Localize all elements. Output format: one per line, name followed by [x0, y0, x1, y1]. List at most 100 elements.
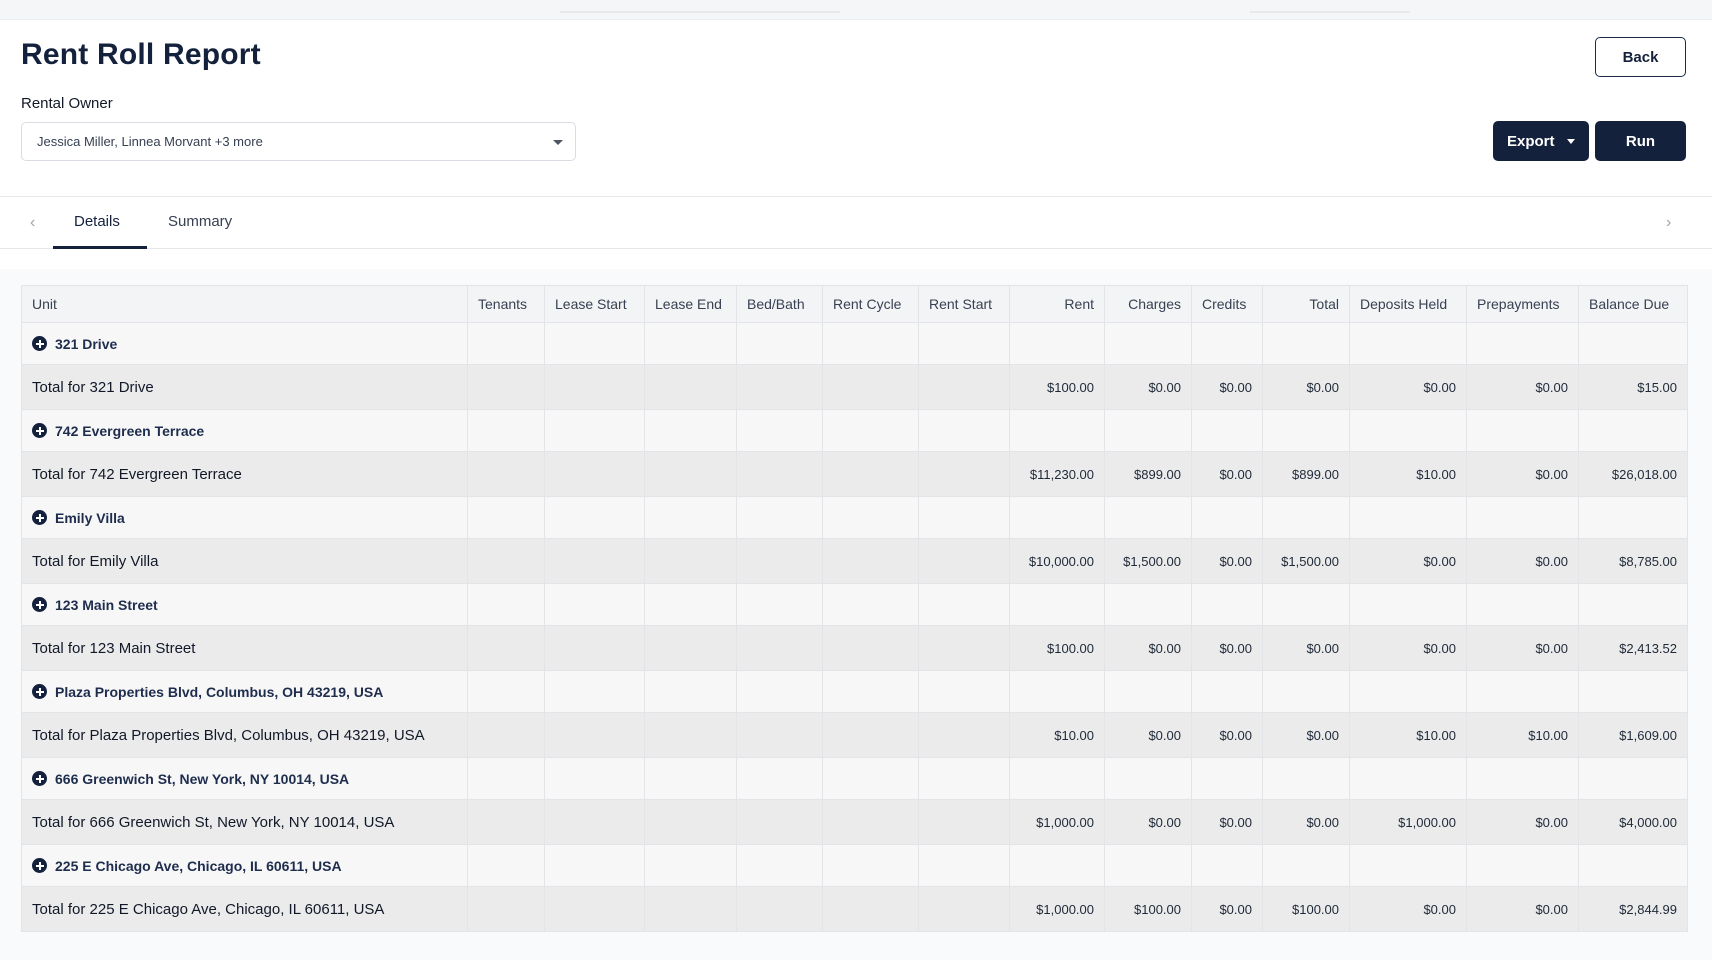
total-charges-cell: $100.00 — [1104, 886, 1192, 932]
export-button[interactable]: Export — [1493, 121, 1589, 161]
tab-summary[interactable]: Summary — [168, 213, 232, 230]
expand-plus-icon[interactable] — [32, 771, 47, 786]
top-strip — [0, 0, 1712, 20]
col-charges[interactable]: Charges — [1104, 285, 1192, 323]
total-rent-cell: $1,000.00 — [1009, 799, 1105, 845]
total-label: Total for 742 Evergreen Terrace — [21, 451, 468, 497]
total-row: Total for 666 Greenwich St, New York, NY… — [21, 799, 1688, 845]
total-deposits-cell: $0.00 — [1349, 364, 1467, 410]
unit-cell: Emily Villa — [21, 496, 468, 539]
col-tenants[interactable]: Tenants — [467, 285, 545, 323]
col-bed-bath[interactable]: Bed/Bath — [736, 285, 823, 323]
expand-plus-icon[interactable] — [32, 684, 47, 699]
property-row[interactable]: Emily Villa — [21, 496, 1688, 539]
empty-cell — [822, 322, 919, 365]
expand-plus-icon[interactable] — [32, 858, 47, 873]
tab-details[interactable]: Details — [74, 213, 120, 230]
rental-owner-label: Rental Owner — [21, 95, 113, 112]
empty-cell — [1191, 583, 1263, 626]
total-deposits-cell: $0.00 — [1349, 538, 1467, 584]
empty-cell — [544, 538, 645, 584]
total-deposits-cell: $10.00 — [1349, 451, 1467, 497]
empty-cell — [1578, 496, 1688, 539]
total-prepayments-cell: $0.00 — [1466, 538, 1579, 584]
col-rent-start[interactable]: Rent Start — [918, 285, 1010, 323]
col-rent-cycle[interactable]: Rent Cycle — [822, 285, 919, 323]
col-credits[interactable]: Credits — [1191, 285, 1263, 323]
property-name[interactable]: Plaza Properties Blvd, Columbus, OH 4321… — [55, 684, 383, 700]
col-total[interactable]: Total — [1262, 285, 1350, 323]
total-balance-cell: $2,413.52 — [1578, 625, 1688, 671]
col-prepayments[interactable]: Prepayments — [1466, 285, 1579, 323]
empty-cell — [736, 583, 823, 626]
empty-cell — [1466, 409, 1579, 452]
col-lease-end[interactable]: Lease End — [644, 285, 737, 323]
total-row: Total for 225 E Chicago Ave, Chicago, IL… — [21, 886, 1688, 932]
property-name[interactable]: 123 Main Street — [55, 597, 158, 613]
empty-cell — [467, 886, 545, 932]
expand-plus-icon[interactable] — [32, 336, 47, 351]
col-lease-start[interactable]: Lease Start — [544, 285, 645, 323]
empty-cell — [644, 583, 737, 626]
col-deposits-held[interactable]: Deposits Held — [1349, 285, 1467, 323]
unit-cell: 742 Evergreen Terrace — [21, 409, 468, 452]
empty-cell — [544, 670, 645, 713]
property-name[interactable]: 225 E Chicago Ave, Chicago, IL 60611, US… — [55, 858, 342, 874]
property-row[interactable]: 742 Evergreen Terrace — [21, 409, 1688, 452]
empty-cell — [1009, 757, 1105, 800]
empty-cell — [918, 670, 1010, 713]
total-charges-cell: $1,500.00 — [1104, 538, 1192, 584]
chevron-left-icon[interactable]: ‹ — [30, 214, 35, 232]
unit-cell: 225 E Chicago Ave, Chicago, IL 60611, US… — [21, 844, 468, 887]
total-rent-cell: $11,230.00 — [1009, 451, 1105, 497]
empty-cell — [644, 409, 737, 452]
empty-cell — [467, 409, 545, 452]
property-row[interactable]: 225 E Chicago Ave, Chicago, IL 60611, US… — [21, 844, 1688, 887]
total-rent-cell: $10.00 — [1009, 712, 1105, 758]
empty-cell — [1009, 409, 1105, 452]
empty-cell — [467, 712, 545, 758]
empty-cell — [544, 451, 645, 497]
total-credits-cell: $0.00 — [1191, 364, 1263, 410]
empty-cell — [1009, 844, 1105, 887]
property-row[interactable]: 123 Main Street — [21, 583, 1688, 626]
empty-cell — [822, 799, 919, 845]
total-balance-cell: $4,000.00 — [1578, 799, 1688, 845]
empty-cell — [918, 712, 1010, 758]
rental-owner-select[interactable]: Jessica Miller, Linnea Morvant +3 more — [21, 122, 576, 161]
empty-cell — [1009, 670, 1105, 713]
property-row[interactable]: Plaza Properties Blvd, Columbus, OH 4321… — [21, 670, 1688, 713]
property-name[interactable]: 321 Drive — [55, 336, 117, 352]
chevron-right-icon[interactable]: › — [1666, 214, 1671, 232]
expand-plus-icon[interactable] — [32, 597, 47, 612]
col-unit[interactable]: Unit — [21, 285, 468, 323]
tab-bar: ‹ Details Summary › — [0, 197, 1712, 249]
total-balance-cell: $8,785.00 — [1578, 538, 1688, 584]
run-button[interactable]: Run — [1595, 121, 1686, 161]
empty-cell — [544, 712, 645, 758]
back-button[interactable]: Back — [1595, 37, 1686, 77]
expand-plus-icon[interactable] — [32, 423, 47, 438]
empty-cell — [822, 496, 919, 539]
empty-cell — [736, 886, 823, 932]
total-charges-cell: $899.00 — [1104, 451, 1192, 497]
empty-cell — [1262, 496, 1350, 539]
property-name[interactable]: 742 Evergreen Terrace — [55, 423, 204, 439]
total-total-cell: $0.00 — [1262, 625, 1350, 671]
total-label: Total for 666 Greenwich St, New York, NY… — [21, 799, 468, 845]
total-label: Total for Plaza Properties Blvd, Columbu… — [21, 712, 468, 758]
col-balance-due[interactable]: Balance Due — [1578, 285, 1688, 323]
col-rent[interactable]: Rent — [1009, 285, 1105, 323]
property-row[interactable]: 666 Greenwich St, New York, NY 10014, US… — [21, 757, 1688, 800]
property-row[interactable]: 321 Drive — [21, 322, 1688, 365]
expand-plus-icon[interactable] — [32, 510, 47, 525]
property-name[interactable]: Emily Villa — [55, 510, 125, 526]
empty-cell — [822, 886, 919, 932]
empty-cell — [1104, 670, 1192, 713]
empty-cell — [1191, 670, 1263, 713]
empty-cell — [544, 496, 645, 539]
empty-cell — [544, 322, 645, 365]
total-row: Total for 123 Main Street $100.00 $0.00 $0.… — [21, 625, 1688, 671]
empty-cell — [644, 451, 737, 497]
property-name[interactable]: 666 Greenwich St, New York, NY 10014, US… — [55, 771, 349, 787]
